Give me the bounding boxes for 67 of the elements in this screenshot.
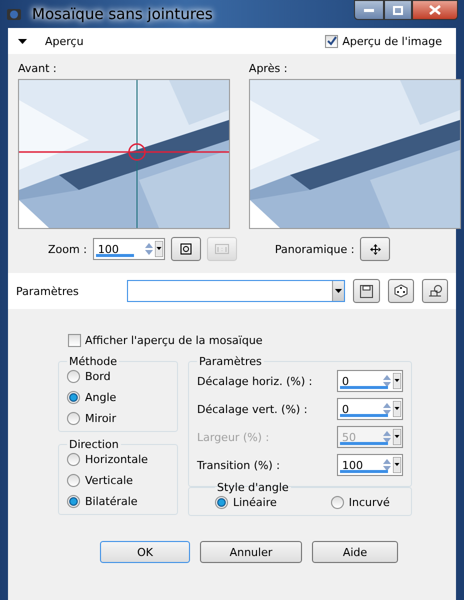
close-button[interactable] (412, 0, 458, 20)
checkbox[interactable] (68, 334, 81, 347)
field-label: Décalage horiz. (%) : (197, 374, 312, 388)
randomize-button[interactable] (388, 279, 414, 303)
radio-label[interactable]: Horizontale (85, 453, 148, 466)
dice-icon (394, 284, 408, 298)
dropdown-arrow-icon[interactable] (393, 429, 401, 445)
collapse-arrow-icon[interactable] (18, 36, 27, 46)
pan-label: Panoramique : (274, 242, 354, 256)
radio-button[interactable] (215, 496, 228, 509)
move-icon (370, 244, 381, 254)
radio-label[interactable]: Bilatérale (85, 495, 138, 508)
field-label: Transition (%) : (197, 458, 280, 472)
one-to-one-icon (214, 244, 229, 254)
number-field[interactable]: 100 (337, 454, 403, 476)
radio-label[interactable]: Angle (85, 391, 116, 404)
pan-button[interactable] (360, 237, 390, 261)
number-field[interactable]: 0 (337, 370, 403, 392)
radio-label[interactable]: Linéaire (233, 496, 277, 509)
dialog-button[interactable]: Annuler (200, 541, 302, 563)
group-title: Style d'angle (216, 481, 290, 494)
reset-button[interactable] (422, 279, 448, 303)
radio-label[interactable]: Incurvé (348, 496, 390, 509)
radio-button[interactable] (67, 391, 80, 404)
presets-dropdown[interactable] (126, 280, 346, 302)
group-title: Méthode (68, 355, 118, 368)
radio-button[interactable] (67, 412, 80, 425)
dropdown-arrow-icon[interactable] (154, 241, 163, 257)
field-label: Décalage vert. (%) : (197, 402, 308, 416)
checkbox-label[interactable]: Aperçu de l'image (342, 34, 442, 48)
radio-label[interactable]: Verticale (85, 474, 133, 487)
fit-button[interactable] (170, 237, 201, 261)
minimize-button[interactable] (354, 0, 384, 20)
radio-label[interactable]: Miroir (85, 412, 116, 425)
radio-button[interactable] (330, 496, 344, 509)
close-icon (429, 5, 441, 15)
radio-button[interactable] (67, 495, 80, 508)
group-title: Paramètres (198, 355, 263, 368)
radio-button[interactable] (67, 370, 80, 383)
number-field[interactable]: 0 (337, 398, 403, 420)
dropdown-arrow-icon[interactable] (393, 401, 401, 417)
field-label: Largeur (%) : (197, 430, 270, 444)
minimize-icon (364, 8, 374, 12)
maximize-button[interactable] (384, 0, 412, 20)
preview-label: Avant : (18, 62, 58, 75)
save-button[interactable] (353, 279, 380, 303)
reset-icon (426, 284, 443, 298)
preview-label: Après : (248, 62, 288, 75)
dropdown-arrow-icon[interactable] (393, 457, 401, 473)
checkbox[interactable] (325, 34, 338, 48)
fit-icon (180, 243, 192, 255)
app-icon (6, 6, 22, 22)
presets-label: Paramètres (16, 284, 79, 298)
dialog-button[interactable]: Aide (312, 541, 398, 563)
dropdown-arrow-icon (335, 289, 342, 293)
zoom-field[interactable]: 100 (92, 238, 165, 260)
radio-button[interactable] (67, 453, 80, 466)
dialog-button[interactable]: OK (100, 541, 190, 563)
group-title: Direction (68, 438, 120, 451)
zoom-label: Zoom : (48, 242, 87, 256)
maximize-icon (393, 6, 403, 14)
window-title: Mosaïque sans jointures (31, 4, 214, 25)
radio-label[interactable]: Bord (85, 370, 111, 383)
radio-button[interactable] (67, 474, 80, 487)
dropdown-arrow-icon[interactable] (393, 373, 401, 389)
section-title[interactable]: Aperçu (45, 34, 84, 48)
checkbox-label[interactable]: Afficher l'aperçu de la mosaïque (85, 334, 263, 347)
